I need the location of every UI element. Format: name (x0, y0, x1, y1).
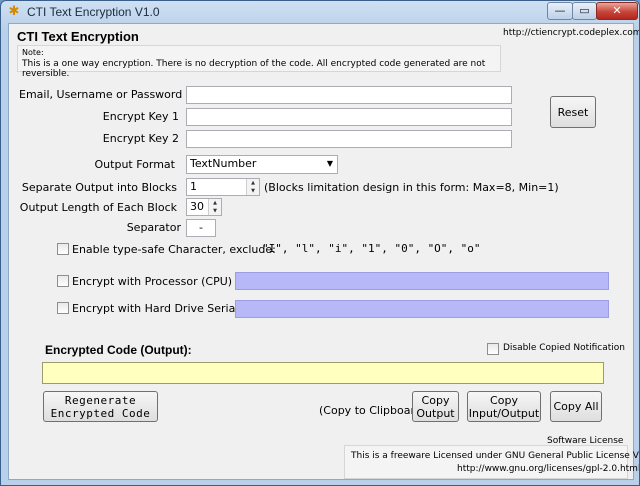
blocks-stepper[interactable]: 1 ▲ ▼ (186, 178, 260, 196)
output-format-label: Output Format (94, 158, 175, 171)
spinner-arrows-icon[interactable]: ▲ ▼ (208, 199, 221, 215)
copy-output-label-line2: Output (416, 406, 455, 420)
blocks-value: 1 (190, 180, 197, 193)
encrypted-output-field[interactable] (42, 362, 604, 384)
hdd-checkbox[interactable] (57, 302, 69, 314)
regenerate-button[interactable]: Regenerate Encrypted Code (43, 391, 158, 422)
minimize-button[interactable]: — (547, 2, 573, 20)
email-label: Email, Username or Password (19, 88, 183, 101)
copy-all-button[interactable]: Copy All (550, 391, 602, 422)
blocks-label: Separate Output into Blocks (21, 181, 177, 194)
blocks-hint: (Blocks limitation design in this form: … (264, 181, 559, 194)
hdd-label: Encrypt with Hard Drive Serial No (72, 302, 257, 315)
close-button[interactable]: ✕ (596, 2, 638, 20)
note-text: This is a one way encryption. There is n… (22, 59, 486, 79)
typesafe-chars: "I", "l", "i", "1", "0", "O", "o" (262, 242, 481, 255)
separator-label: Separator (126, 221, 181, 234)
license-box: This is a freeware Licensed under GNU Ge… (344, 445, 639, 479)
copy-output-button[interactable]: Copy Output (412, 391, 459, 422)
output-format-value: TextNumber (190, 157, 257, 170)
copy-io-label-line1: Copy (490, 393, 518, 407)
note-label: Note: (22, 48, 44, 57)
spinner-arrows-icon[interactable]: ▲ ▼ (246, 179, 259, 195)
license-url[interactable]: http://www.gnu.org/licenses/gpl-2.0.html (457, 464, 639, 474)
key2-input[interactable] (186, 130, 512, 148)
window-title: CTI Text Encryption V1.0 (27, 5, 160, 19)
cpu-label: Encrypt with Processor (CPU) ID (72, 275, 248, 288)
cpu-checkbox[interactable] (57, 275, 69, 287)
app-icon: ✱ (8, 4, 20, 19)
license-text: This is a freeware Licensed under GNU Ge… (351, 451, 640, 461)
email-input[interactable] (186, 86, 512, 104)
copy-output-label-line1: Copy (421, 393, 450, 407)
length-label: Output Length of Each Block (19, 201, 177, 214)
note-box: Note: This is a one way encryption. Ther… (17, 45, 501, 79)
disable-notification-checkbox[interactable] (487, 343, 499, 355)
typesafe-checkbox[interactable] (57, 243, 69, 255)
copy-io-label-line2: Input/Output (468, 406, 540, 420)
typesafe-label: Enable type-safe Character, exclude: (72, 243, 276, 256)
key1-label: Encrypt Key 1 (102, 110, 179, 123)
cpu-id-field (235, 272, 609, 290)
key2-label: Encrypt Key 2 (102, 132, 179, 145)
app-window: ✱ CTI Text Encryption V1.0 — ▭ ✕ CTI Tex… (0, 0, 640, 486)
hdd-serial-field (235, 300, 609, 318)
length-value: 30 (190, 200, 204, 213)
client-area: CTI Text Encryption http://ctiencrypt.co… (8, 23, 639, 480)
project-site-link[interactable]: http://ctiencrypt.codeplex.com/ (503, 28, 639, 38)
regenerate-label-line1: Regenerate (64, 393, 137, 407)
disable-notification-label: Disable Copied Notification (503, 343, 626, 353)
maximize-button[interactable]: ▭ (572, 2, 597, 20)
key1-input[interactable] (186, 108, 512, 126)
separator-input[interactable]: - (186, 219, 216, 237)
reset-button[interactable]: Reset (550, 96, 596, 128)
output-format-select[interactable]: TextNumber ▼ (186, 155, 338, 174)
output-label: Encrypted Code (Output): (45, 343, 192, 357)
app-title: CTI Text Encryption (17, 29, 139, 44)
regenerate-label-line2: Encrypted Code (50, 406, 151, 420)
title-bar[interactable]: ✱ CTI Text Encryption V1.0 — ▭ ✕ (1, 1, 639, 23)
copy-to-clipboard-label: (Copy to Clipboard) (319, 404, 427, 417)
copy-input-output-button[interactable]: Copy Input/Output (467, 391, 541, 422)
chevron-down-icon: ▼ (326, 159, 333, 168)
length-stepper[interactable]: 30 ▲ ▼ (186, 198, 222, 216)
